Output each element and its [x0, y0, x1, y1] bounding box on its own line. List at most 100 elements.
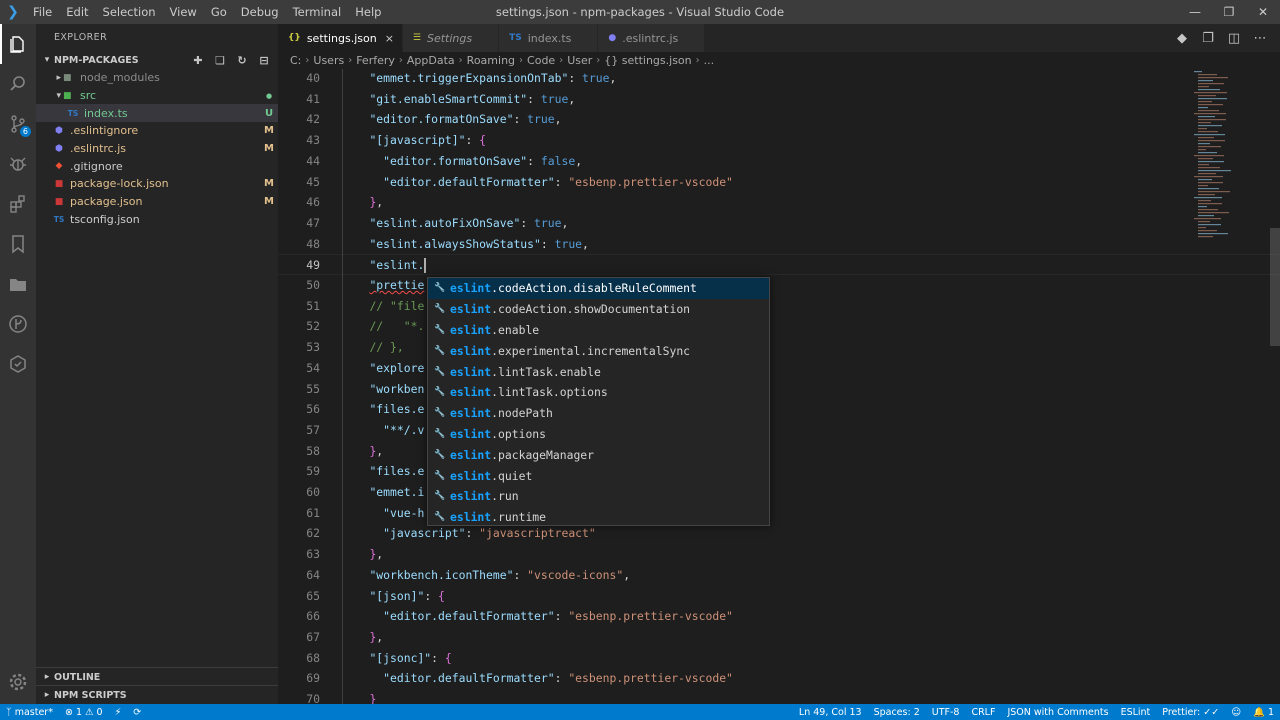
breadcrumb-item[interactable]: User: [567, 54, 592, 67]
end-of-line[interactable]: CRLF: [965, 707, 1001, 718]
menu-item-view[interactable]: View: [163, 0, 204, 24]
menu-item-file[interactable]: File: [26, 0, 59, 24]
breadcrumb-item[interactable]: Users: [313, 54, 344, 67]
code-line[interactable]: 70 }: [278, 689, 1280, 704]
suggest-item[interactable]: 🔧 eslint .codeAction.showDocumentation: [428, 299, 769, 320]
suggest-item[interactable]: 🔧 eslint .quiet: [428, 465, 769, 486]
code-line[interactable]: 69 "editor.defaultFormatter": "esbenp.pr…: [278, 668, 1280, 689]
suggest-item[interactable]: 🔧 eslint .enable: [428, 320, 769, 341]
feedback-icon[interactable]: ☺: [1225, 707, 1247, 718]
minimap[interactable]: [1192, 69, 1268, 249]
new-file-icon[interactable]: ✚: [190, 54, 206, 67]
code-line[interactable]: 67 },: [278, 627, 1280, 648]
close-icon[interactable]: ✕: [1246, 0, 1280, 24]
suggest-item[interactable]: 🔧 eslint .run: [428, 486, 769, 507]
more-actions-icon[interactable]: ⋯: [1252, 31, 1268, 46]
menu-item-go[interactable]: Go: [204, 0, 234, 24]
tab--eslintrc-js[interactable]: ● .eslintrc.js: [598, 24, 706, 52]
tree-item[interactable]: TS tsconfig.json: [36, 211, 278, 229]
menu-item-selection[interactable]: Selection: [96, 0, 163, 24]
breadcrumb-item[interactable]: {} settings.json: [604, 54, 691, 67]
split-editor-icon[interactable]: ◫: [1226, 31, 1242, 46]
suggest-item[interactable]: 🔧 eslint .runtime: [428, 507, 769, 528]
tree-item[interactable]: ■ package-lock.json M: [36, 175, 278, 193]
vertical-scrollbar[interactable]: [1270, 228, 1280, 346]
live-share-icon[interactable]: [0, 344, 36, 384]
code-line[interactable]: 44 "editor.formatOnSave": false,: [278, 151, 1280, 172]
suggest-item[interactable]: 🔧 eslint .options: [428, 424, 769, 445]
project-manager-icon[interactable]: [0, 264, 36, 304]
indentation[interactable]: Spaces: 2: [868, 707, 926, 718]
code-line[interactable]: 65 "[json]": {: [278, 586, 1280, 607]
open-preview-icon[interactable]: ◆: [1174, 31, 1190, 46]
tree-item[interactable]: TS index.ts U: [36, 104, 278, 123]
menu-item-terminal[interactable]: Terminal: [286, 0, 349, 24]
tree-item[interactable]: ■ package.json M: [36, 193, 278, 211]
gitlens-icon[interactable]: [0, 304, 36, 344]
breadcrumb-item[interactable]: ...: [704, 54, 715, 67]
suggest-item[interactable]: 🔧 eslint .lintTask.options: [428, 382, 769, 403]
tree-item[interactable]: ⬢ .eslintrc.js M: [36, 140, 278, 158]
search-icon[interactable]: [0, 64, 36, 104]
suggest-item[interactable]: 🔧 eslint .codeAction.disableRuleComment: [428, 278, 769, 299]
suggest-item[interactable]: 🔧 eslint .lintTask.enable: [428, 361, 769, 382]
breadcrumb-item[interactable]: Ferfery: [356, 54, 395, 67]
npm-scripts-section[interactable]: ▸ NPM SCRIPTS: [36, 685, 278, 704]
encoding[interactable]: UTF-8: [926, 707, 966, 718]
suggest-item[interactable]: 🔧 eslint .experimental.incrementalSync: [428, 340, 769, 361]
code-line[interactable]: 45 "editor.defaultFormatter": "esbenp.pr…: [278, 172, 1280, 193]
extensions-icon[interactable]: [0, 184, 36, 224]
debug-icon[interactable]: [0, 144, 36, 184]
problems-indicator[interactable]: ⊗ 1 ⚠ 0: [59, 707, 109, 718]
breadcrumb-item[interactable]: AppData: [407, 54, 455, 67]
code-line[interactable]: 41 "git.enableSmartCommit": true,: [278, 89, 1280, 110]
code-line[interactable]: 68 "[jsonc]": {: [278, 648, 1280, 669]
code-line[interactable]: 66 "editor.defaultFormatter": "esbenp.pr…: [278, 606, 1280, 627]
code-line[interactable]: 46 },: [278, 192, 1280, 213]
tab-settings-json[interactable]: {} settings.json ×: [278, 24, 403, 52]
tab-settings[interactable]: ☰ Settings: [402, 24, 500, 52]
tree-item[interactable]: ▾ ■ src ●: [36, 87, 278, 105]
code-line[interactable]: 47 "eslint.autoFixOnSave": true,: [278, 213, 1280, 234]
code-line[interactable]: 43 "[javascript]": {: [278, 130, 1280, 151]
tree-item[interactable]: ⬢ .eslintignore M: [36, 122, 278, 140]
source-control-icon[interactable]: 6: [0, 104, 36, 144]
branch-indicator[interactable]: ᛉ master*: [0, 707, 59, 718]
live-share-status-icon[interactable]: ⟳: [127, 707, 147, 718]
tree-item[interactable]: ◆ .gitignore: [36, 157, 278, 175]
outline-section[interactable]: ▸ OUTLINE: [36, 667, 278, 686]
code-line[interactable]: 49 "eslint.: [278, 254, 1280, 275]
breadcrumb-item[interactable]: C:: [290, 54, 301, 67]
suggest-item[interactable]: 🔧 eslint .packageManager: [428, 444, 769, 465]
code-line[interactable]: 48 "eslint.alwaysShowStatus": true,: [278, 234, 1280, 255]
code-line[interactable]: 42 "editor.formatOnSave": true,: [278, 109, 1280, 130]
lightning-icon[interactable]: ⚡: [109, 707, 128, 718]
code-line[interactable]: 63 },: [278, 544, 1280, 565]
maximize-icon[interactable]: ❐: [1212, 0, 1246, 24]
prettier-status[interactable]: Prettier: ✓✓: [1156, 707, 1225, 718]
explorer-icon[interactable]: [0, 24, 36, 64]
bookmark-icon[interactable]: [0, 224, 36, 264]
project-section-header[interactable]: ▾ NPM-PACKAGES ✚ ❏ ↻ ⊟: [36, 51, 278, 69]
breadcrumb-item[interactable]: Code: [527, 54, 555, 67]
tree-item[interactable]: ▸ ■ node_modules: [36, 69, 278, 87]
minimize-icon[interactable]: —: [1178, 0, 1212, 24]
cursor-position[interactable]: Ln 49, Col 13: [793, 707, 868, 718]
tab-index-ts[interactable]: TS index.ts: [499, 24, 599, 52]
new-folder-icon[interactable]: ❏: [212, 54, 228, 67]
code-line[interactable]: 40 "emmet.triggerExpansionOnTab": true,: [278, 69, 1280, 89]
eslint-status[interactable]: ESLint: [1115, 707, 1157, 718]
suggest-item[interactable]: 🔧 eslint .nodePath: [428, 403, 769, 424]
language-mode[interactable]: JSON with Comments: [1001, 707, 1114, 718]
menu-item-debug[interactable]: Debug: [234, 0, 286, 24]
close-tab-icon[interactable]: ×: [385, 32, 394, 45]
open-settings-ui-icon[interactable]: ❐: [1200, 31, 1216, 46]
menu-item-edit[interactable]: Edit: [59, 0, 95, 24]
refresh-icon[interactable]: ↻: [234, 54, 250, 67]
code-line[interactable]: 64 "workbench.iconTheme": "vscode-icons"…: [278, 565, 1280, 586]
breadcrumb-item[interactable]: Roaming: [467, 54, 515, 67]
collapse-all-icon[interactable]: ⊟: [256, 54, 272, 67]
menu-item-help[interactable]: Help: [348, 0, 388, 24]
manage-gear-icon[interactable]: [0, 662, 36, 702]
notifications[interactable]: 🔔 1: [1247, 707, 1280, 718]
